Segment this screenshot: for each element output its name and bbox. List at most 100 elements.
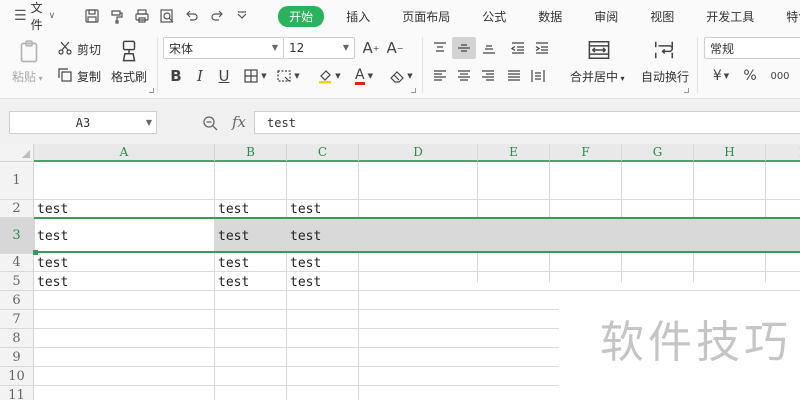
- row-header-7[interactable]: 7: [0, 310, 34, 329]
- font-dialog-launcher[interactable]: [411, 88, 416, 93]
- align-middle-icon[interactable]: [452, 37, 476, 59]
- cell-style-icon[interactable]: ▼: [274, 65, 302, 87]
- align-right-icon[interactable]: [477, 65, 499, 87]
- thousands-separator-button[interactable]: 000: [765, 65, 795, 87]
- divider: [697, 37, 698, 93]
- merge-center-button[interactable]: 合并居中 ▾: [570, 68, 625, 85]
- tab-home[interactable]: 开始: [278, 0, 325, 32]
- row-header-6[interactable]: 6: [0, 291, 34, 310]
- alignment-dialog-launcher[interactable]: [684, 88, 689, 93]
- cell-b5[interactable]: test: [215, 273, 286, 291]
- paste-button[interactable]: 粘贴 ▾: [12, 68, 43, 85]
- wrap-text-icon: [650, 37, 678, 63]
- row-header-3[interactable]: 3: [0, 218, 34, 254]
- spreadsheet-grid[interactable]: A B C D E F G H I 1 2 3 4 5 6 7 8 9 10 1…: [0, 144, 800, 400]
- increase-indent-icon[interactable]: [531, 37, 553, 59]
- insert-function-button[interactable]: fx: [228, 111, 250, 133]
- column-header-i[interactable]: I: [766, 144, 800, 162]
- zoom-icon[interactable]: [200, 113, 220, 133]
- more-icon[interactable]: [229, 5, 254, 27]
- cell-c2[interactable]: test: [287, 201, 358, 218]
- tab-view[interactable]: 视图: [634, 0, 690, 32]
- undo-icon[interactable]: [179, 5, 204, 27]
- underline-icon[interactable]: U: [214, 65, 234, 87]
- cell-c3[interactable]: test: [287, 219, 358, 253]
- row-header-9[interactable]: 9: [0, 348, 34, 367]
- name-box[interactable]: A3 ▼: [9, 111, 157, 134]
- font-name-select[interactable]: 宋体 ▼: [163, 37, 284, 59]
- clipboard-dialog-launcher[interactable]: [149, 88, 154, 93]
- tab-insert[interactable]: 插入: [330, 0, 386, 32]
- tab-formulas[interactable]: 公式: [466, 0, 522, 32]
- copy-button[interactable]: 复制: [77, 68, 101, 85]
- bold-icon[interactable]: B: [166, 65, 186, 87]
- cell-b3[interactable]: test: [215, 219, 286, 253]
- save-icon[interactable]: [79, 5, 104, 27]
- increase-font-size-icon[interactable]: A +: [360, 38, 382, 58]
- decrease-font-size-icon[interactable]: A −: [384, 38, 406, 58]
- cell-c4[interactable]: test: [287, 255, 358, 272]
- cell-b4[interactable]: test: [215, 255, 286, 272]
- clear-format-icon[interactable]: ▼: [386, 65, 416, 87]
- file-menu[interactable]: ☰ 文件 ∨: [0, 0, 61, 32]
- decrease-indent-icon[interactable]: [507, 37, 529, 59]
- align-bottom-icon[interactable]: [478, 37, 500, 59]
- cell-a2[interactable]: test: [34, 201, 214, 218]
- column-header-g[interactable]: G: [622, 144, 694, 162]
- cut-button[interactable]: 剪切: [77, 41, 101, 58]
- paste-icon[interactable]: [14, 36, 44, 66]
- cell-a3[interactable]: test: [34, 219, 214, 253]
- justify-icon[interactable]: [503, 65, 525, 87]
- cell-a5[interactable]: test: [34, 273, 214, 291]
- ribbon-home: 粘贴 ▾ 剪切 复制 格式刷 宋体▼ 12▼ A+ A− B I U ▼: [0, 32, 800, 98]
- select-all-button[interactable]: [0, 144, 34, 162]
- fill-color-icon[interactable]: ▼: [313, 65, 345, 87]
- italic-icon[interactable]: I: [190, 65, 210, 87]
- distributed-align-icon[interactable]: [527, 65, 549, 87]
- gridline: [34, 385, 559, 386]
- tab-page-layout[interactable]: 页面布局: [386, 0, 466, 32]
- print-preview-icon[interactable]: [154, 5, 179, 27]
- format-painter-button[interactable]: 格式刷: [111, 68, 147, 85]
- currency-format-button[interactable]: ¥ ▼: [708, 65, 734, 87]
- cell-c5[interactable]: test: [287, 273, 358, 291]
- column-header-a[interactable]: A: [34, 144, 215, 162]
- percent-format-button[interactable]: %: [739, 65, 761, 87]
- redo-icon[interactable]: [204, 5, 229, 27]
- gridline: [34, 309, 559, 310]
- column-header-e[interactable]: E: [478, 144, 550, 162]
- column-header-h[interactable]: H: [694, 144, 766, 162]
- divider: [422, 37, 423, 93]
- row-header-1[interactable]: 1: [0, 162, 34, 200]
- format-brush-icon[interactable]: [104, 5, 129, 27]
- cell-a4[interactable]: test: [34, 255, 214, 272]
- row-header-11[interactable]: 11: [0, 386, 34, 400]
- align-center-icon[interactable]: [453, 65, 475, 87]
- row-header-8[interactable]: 8: [0, 329, 34, 348]
- tab-developer[interactable]: 开发工具: [690, 0, 770, 32]
- row-header-5[interactable]: 5: [0, 272, 34, 291]
- gridline: [34, 366, 559, 367]
- borders-icon[interactable]: ▼: [241, 65, 269, 87]
- scissors-icon: [56, 39, 74, 57]
- column-header-d[interactable]: D: [359, 144, 478, 162]
- row-header-10[interactable]: 10: [0, 367, 34, 386]
- tab-review[interactable]: 审阅: [578, 0, 634, 32]
- tab-data[interactable]: 数据: [522, 0, 578, 32]
- number-format-select[interactable]: 常规: [704, 37, 800, 59]
- font-color-icon[interactable]: A ▼: [350, 65, 378, 87]
- cell-b2[interactable]: test: [215, 201, 286, 218]
- formula-input[interactable]: test: [254, 111, 800, 134]
- print-icon[interactable]: [129, 5, 154, 27]
- row-header-4[interactable]: 4: [0, 254, 34, 272]
- tab-special-features[interactable]: 特色功能: [770, 0, 800, 32]
- gridline: [358, 162, 359, 400]
- align-left-icon[interactable]: [429, 65, 451, 87]
- column-header-c[interactable]: C: [287, 144, 359, 162]
- column-header-f[interactable]: F: [550, 144, 622, 162]
- wrap-text-button[interactable]: 自动换行: [641, 68, 689, 85]
- font-size-select[interactable]: 12 ▼: [283, 37, 355, 59]
- column-header-b[interactable]: B: [215, 144, 287, 162]
- align-top-icon[interactable]: [429, 37, 451, 59]
- row-header-2[interactable]: 2: [0, 200, 34, 218]
